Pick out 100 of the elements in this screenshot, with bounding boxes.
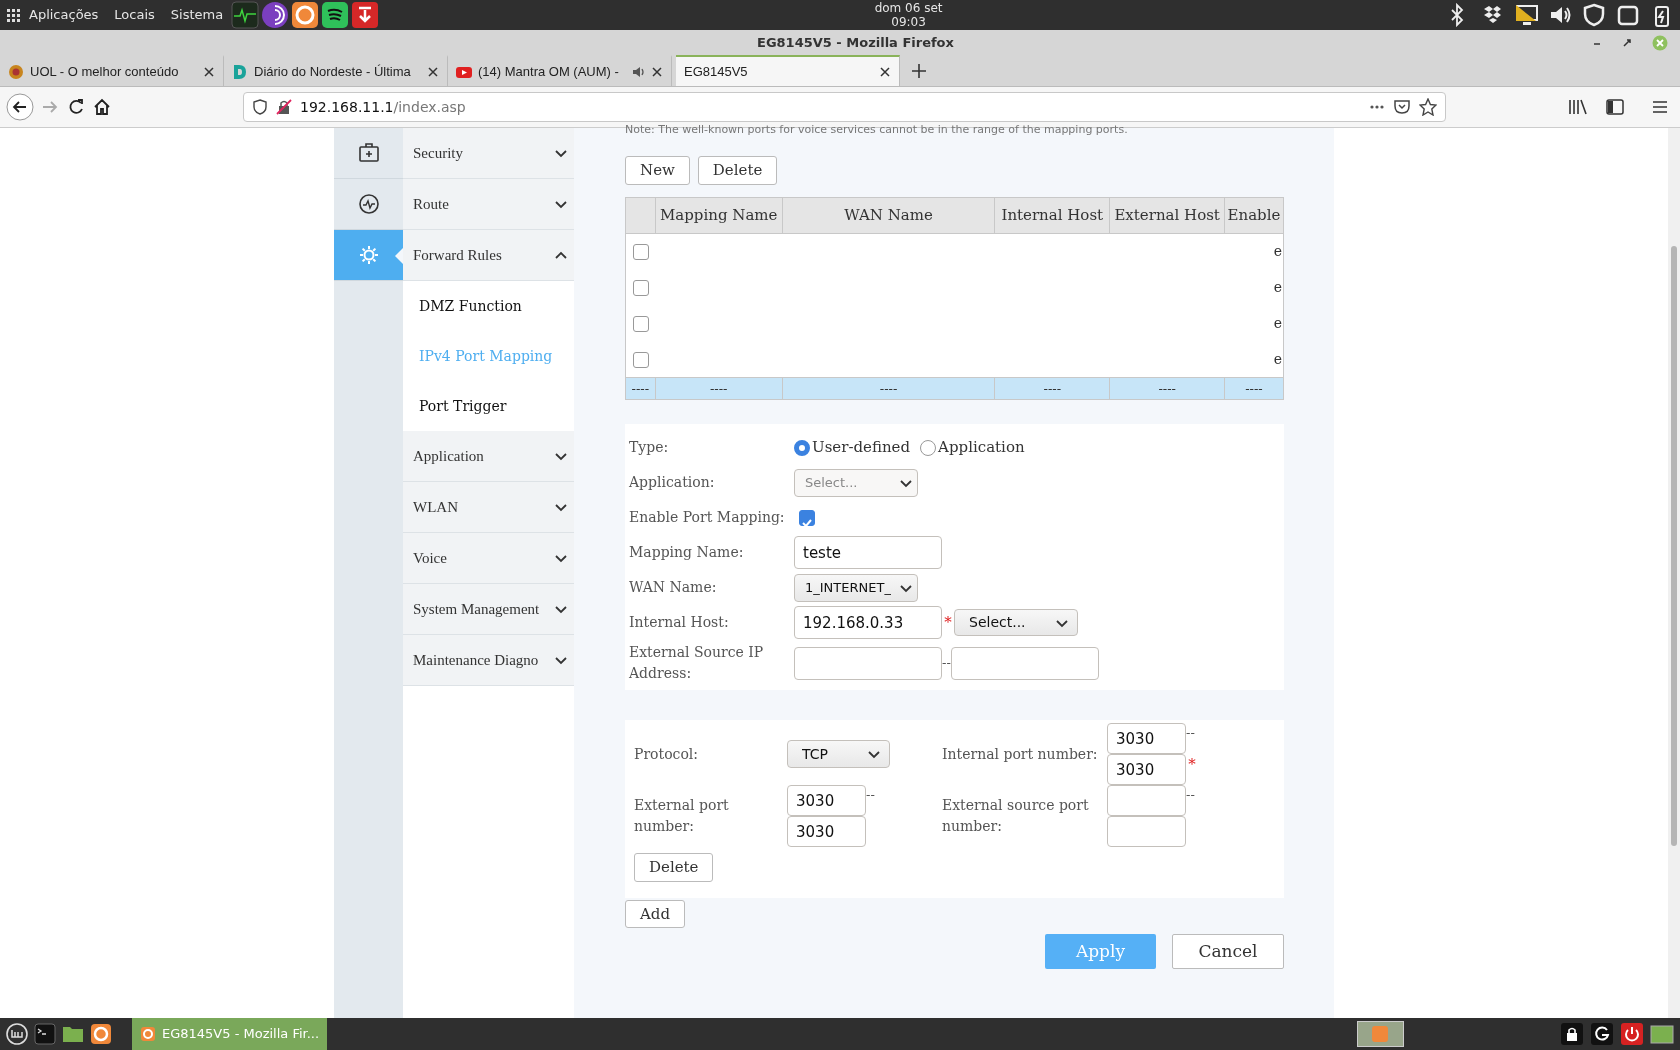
field-label: Type: [629, 438, 670, 457]
sidebar-item[interactable]: WLAN [403, 482, 574, 533]
radio-option[interactable]: Application [920, 436, 1025, 459]
chevron-down-icon [554, 603, 568, 615]
pulse-icon [358, 194, 379, 214]
sidebar-item[interactable]: Maintenance Diagno [403, 635, 574, 686]
radio-option[interactable]: User-defined [794, 436, 911, 459]
sidebar-item[interactable]: Route [403, 179, 574, 230]
address-bar[interactable]: 192.168.11.1/index.asp [243, 92, 1446, 122]
panel-menu[interactable]: Locais [106, 5, 163, 25]
delete-button[interactable]: Delete [634, 853, 714, 882]
sidebar-item[interactable]: System Management [403, 584, 574, 635]
menu-icon[interactable] [1652, 98, 1668, 116]
lock-icon[interactable] [1560, 1022, 1584, 1046]
scroll-thumb[interactable] [1671, 246, 1677, 846]
column-header: Internal Host [994, 197, 1110, 233]
cancel-button[interactable]: Cancel [1172, 934, 1284, 969]
row-checkbox[interactable] [632, 279, 649, 296]
display-icon[interactable] [1514, 3, 1538, 27]
field-label: Mapping Name: [629, 543, 745, 562]
insecure-lock-icon[interactable] [276, 99, 292, 115]
chevron-down-icon [554, 450, 568, 462]
dropdown[interactable]: TCP [787, 740, 890, 768]
field-label: External port number: [634, 796, 730, 836]
port-field[interactable]: 3030 [1107, 754, 1186, 785]
text-field[interactable]: 192.168.0.33 [794, 606, 942, 639]
shield-icon[interactable] [252, 99, 268, 115]
library-icon[interactable] [1568, 98, 1588, 116]
scrollbar[interactable] [1668, 128, 1680, 1018]
close-tab-icon[interactable] [203, 65, 215, 78]
workspace-switcher[interactable] [1357, 1021, 1404, 1047]
close-tab-icon[interactable] [879, 65, 891, 78]
back-button[interactable] [6, 93, 34, 121]
table-cell: ---- [1109, 377, 1225, 400]
row-checkbox[interactable] [632, 351, 649, 368]
network-icon[interactable] [1616, 3, 1640, 27]
panel-menu[interactable]: Aplicações [21, 5, 107, 25]
table-cell: ---- [625, 377, 656, 400]
add-button[interactable]: Add [625, 899, 686, 928]
close-tab-icon[interactable] [651, 65, 663, 78]
sidebar-item[interactable]: Forward Rules [403, 230, 574, 281]
chevron-down-icon [867, 748, 881, 760]
toolbar-button[interactable]: New [625, 156, 690, 185]
text-field[interactable] [950, 646, 1099, 680]
column-header: WAN Name [782, 197, 995, 233]
menu-icon[interactable] [6, 7, 21, 23]
new-tab-icon[interactable] [912, 63, 926, 78]
port-field[interactable]: 3030 [787, 785, 866, 816]
speaker-icon[interactable] [632, 64, 645, 79]
checkbox[interactable] [799, 509, 815, 526]
field-label: WAN Name: [629, 578, 718, 597]
field-label: External source port number: [942, 796, 1090, 836]
dropdown[interactable]: 1_INTERNET_ [794, 573, 918, 602]
sidebar-icon[interactable] [1606, 98, 1624, 116]
toolbar-button[interactable]: Delete [697, 156, 778, 185]
port-field[interactable] [1107, 816, 1186, 847]
chevron-down-icon [554, 552, 568, 564]
monitor-launcher-icon[interactable] [231, 1, 260, 29]
range-separator: -- [942, 654, 951, 673]
pocket-icon[interactable] [1393, 98, 1411, 116]
home-button[interactable] [92, 97, 112, 117]
start-menu-icon[interactable] [6, 1023, 28, 1045]
text-field[interactable]: teste [794, 536, 942, 569]
range-separator: -- [1186, 724, 1195, 742]
sidebar-item[interactable]: Security [403, 128, 574, 179]
terminal-icon[interactable] [34, 1023, 56, 1045]
maximize-button[interactable] [1622, 37, 1632, 48]
sidebar-item[interactable]: Application [403, 431, 574, 482]
browser-tab[interactable]: (14) Mantra OM (AUM) - [448, 55, 672, 86]
browser-icon[interactable] [90, 1023, 112, 1045]
required-mark: * [943, 612, 953, 634]
chevron-down-icon [554, 147, 568, 159]
browser-tab[interactable]: Diário do Nordeste - Última [224, 55, 448, 86]
port-field[interactable]: 3030 [1107, 723, 1186, 754]
panel-menu[interactable]: Sistema [162, 5, 232, 25]
chevron-down-icon [554, 501, 568, 513]
row-checkbox[interactable] [632, 244, 649, 260]
music-launcher-icon[interactable] [321, 1, 350, 29]
browser-tab[interactable]: EG8145V5 [676, 55, 900, 86]
table-cell: ---- [994, 377, 1110, 400]
port-field[interactable]: 3030 [787, 816, 866, 847]
range-separator: -- [866, 786, 875, 804]
browser-launcher-icon[interactable] [291, 1, 320, 29]
bookmark-star-icon[interactable] [1419, 98, 1437, 116]
table-cell: ---- [655, 377, 783, 400]
close-tab-icon[interactable] [427, 65, 439, 78]
port-field[interactable] [1107, 785, 1186, 816]
field-label: Internal Host: [629, 613, 730, 632]
power-icon[interactable] [1620, 1022, 1644, 1046]
sidebar-item[interactable]: Voice [403, 533, 574, 584]
browser-tab[interactable]: UOL - O melhor conteúdo [0, 55, 224, 86]
globe-launcher-icon[interactable] [261, 1, 290, 29]
text-field[interactable] [794, 646, 942, 680]
dropdown[interactable]: Select... [954, 609, 1078, 636]
chevron-up-icon [554, 249, 568, 261]
table-cell: ---- [782, 377, 995, 400]
download-launcher-icon[interactable] [351, 1, 380, 29]
refresh-icon[interactable] [1590, 1022, 1614, 1046]
row-checkbox[interactable] [632, 315, 649, 332]
desktop-icon[interactable] [1650, 1022, 1674, 1046]
